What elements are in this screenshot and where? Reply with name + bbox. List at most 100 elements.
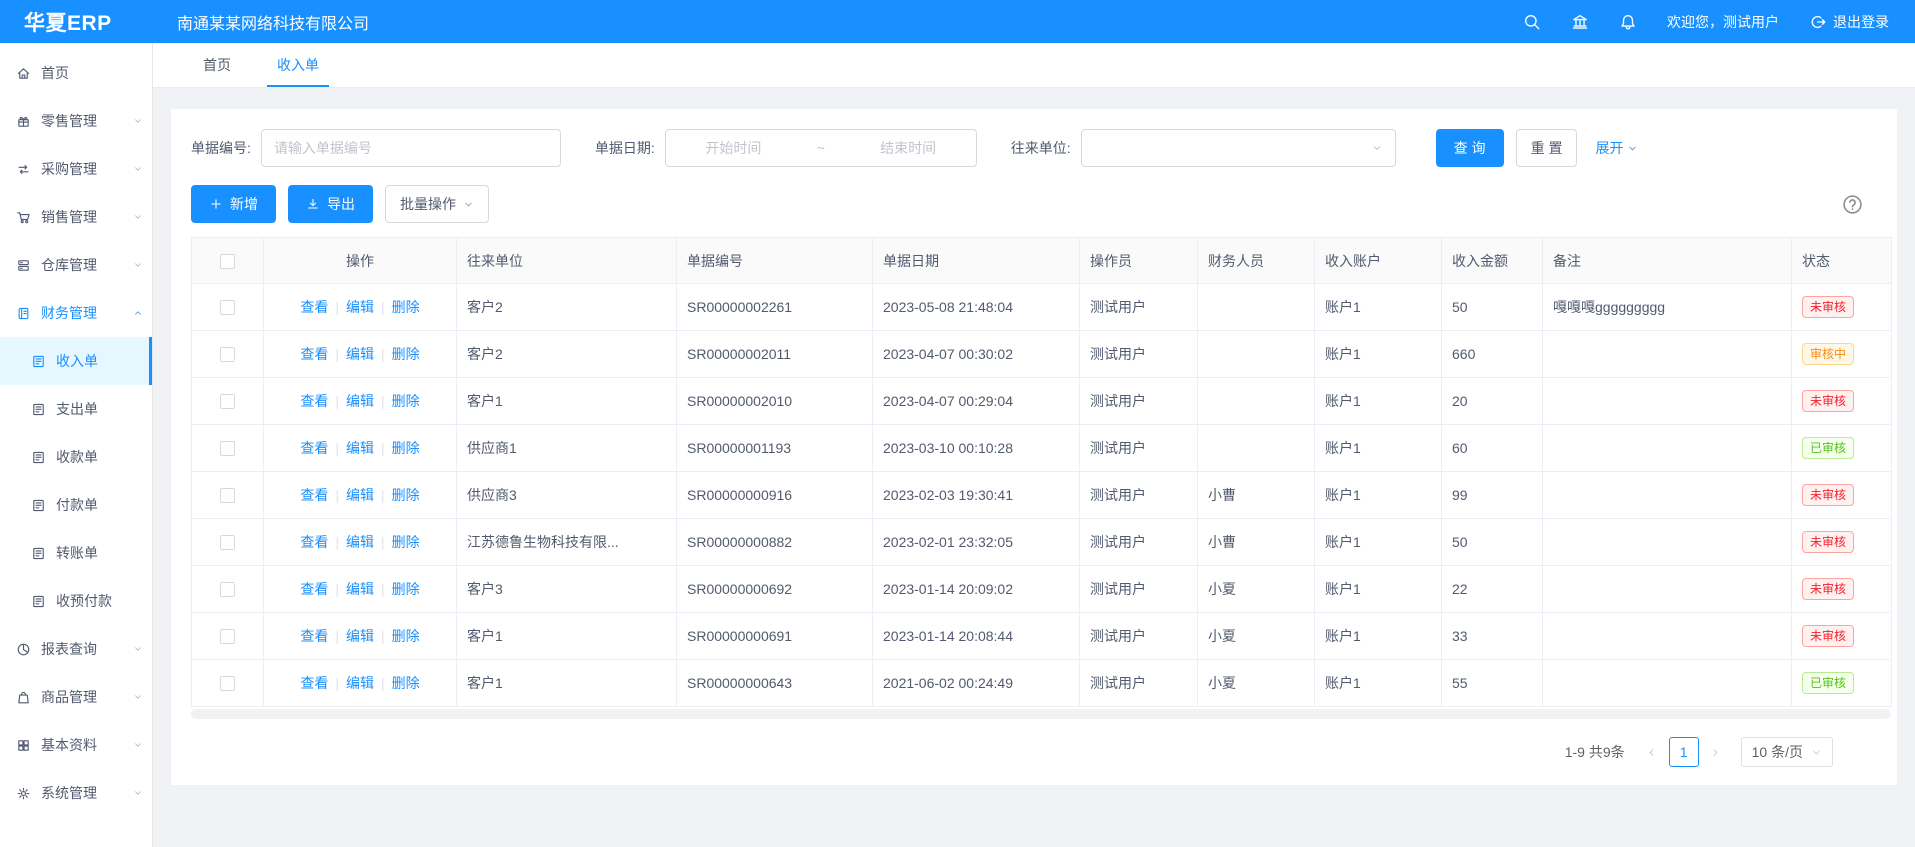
- table-row: 查看|编辑|删除客户3SR000000006922023-01-14 20:09…: [192, 566, 1892, 613]
- doc-icon: [31, 402, 46, 417]
- select-all-checkbox[interactable]: [220, 254, 235, 269]
- logout-button[interactable]: 退出登录: [1809, 12, 1889, 32]
- horizontal-scrollbar[interactable]: [191, 709, 1891, 719]
- sidebar-item-receipt-bill[interactable]: 收款单: [0, 433, 152, 481]
- partner-label: 往来单位:: [1011, 138, 1071, 158]
- page-size-select[interactable]: 10 条/页: [1741, 737, 1833, 767]
- search-button[interactable]: 查 询: [1436, 129, 1504, 167]
- export-button[interactable]: 导出: [288, 185, 373, 223]
- row-checkbox[interactable]: [220, 394, 235, 409]
- row-checkbox[interactable]: [220, 347, 235, 362]
- tab-home[interactable]: 首页: [187, 43, 247, 87]
- cell-date: 2023-03-10 00:10:28: [873, 425, 1080, 472]
- sidebar-item-label: 采购管理: [41, 159, 97, 179]
- delete-link[interactable]: 删除: [392, 581, 420, 597]
- bank-icon[interactable]: [1571, 13, 1589, 31]
- sidebar-item-home[interactable]: 首页: [0, 49, 152, 97]
- sidebar-item-retail[interactable]: 零售管理: [0, 97, 152, 145]
- row-checkbox[interactable]: [220, 676, 235, 691]
- row-checkbox[interactable]: [220, 441, 235, 456]
- add-button[interactable]: 新增: [191, 185, 276, 223]
- goods-icon: [16, 690, 31, 705]
- cell-status: 未审核: [1792, 284, 1892, 331]
- row-checkbox[interactable]: [220, 300, 235, 315]
- view-link[interactable]: 查看: [300, 440, 328, 456]
- cell-finance-staff: 小夏: [1198, 566, 1315, 613]
- sidebar-item-advance-receipt[interactable]: 收预付款: [0, 577, 152, 625]
- view-link[interactable]: 查看: [300, 346, 328, 362]
- cell-actions: 查看|编辑|删除: [264, 425, 457, 472]
- row-checkbox[interactable]: [220, 535, 235, 550]
- cell-actions: 查看|编辑|删除: [264, 331, 457, 378]
- delete-link[interactable]: 删除: [392, 440, 420, 456]
- cell-remark: [1543, 660, 1792, 707]
- sidebar-item-label: 收入单: [56, 351, 98, 371]
- view-link[interactable]: 查看: [300, 487, 328, 503]
- column-header: 单据日期: [873, 238, 1080, 284]
- row-checkbox[interactable]: [220, 582, 235, 597]
- edit-link[interactable]: 编辑: [346, 440, 374, 456]
- delete-link[interactable]: 删除: [392, 534, 420, 550]
- edit-link[interactable]: 编辑: [346, 675, 374, 691]
- partner-select[interactable]: [1081, 129, 1396, 167]
- view-link[interactable]: 查看: [300, 299, 328, 315]
- chevron-up-icon: [133, 308, 143, 318]
- date-range-input[interactable]: 开始时间 ~ 结束时间: [665, 129, 977, 167]
- view-link[interactable]: 查看: [300, 393, 328, 409]
- delete-link[interactable]: 删除: [392, 628, 420, 644]
- edit-link[interactable]: 编辑: [346, 346, 374, 362]
- filter-bar: 单据编号: 请输入单据编号 单据日期: 开始时间 ~ 结束时间 往来单位:: [183, 123, 1885, 183]
- sidebar-item-expense-bill[interactable]: 支出单: [0, 385, 152, 433]
- delete-link[interactable]: 删除: [392, 675, 420, 691]
- chevron-left-icon: [1646, 747, 1657, 758]
- edit-link[interactable]: 编辑: [346, 393, 374, 409]
- sidebar-item-label: 支出单: [56, 399, 98, 419]
- bell-icon[interactable]: [1619, 13, 1637, 31]
- cell-partner: 客户2: [457, 284, 677, 331]
- sidebar-item-payment-bill[interactable]: 付款单: [0, 481, 152, 529]
- tab-income-bill[interactable]: 收入单: [261, 43, 335, 87]
- edit-link[interactable]: 编辑: [346, 628, 374, 644]
- view-link[interactable]: 查看: [300, 581, 328, 597]
- sidebar-item-purchase[interactable]: 采购管理: [0, 145, 152, 193]
- sidebar-item-system[interactable]: 系统管理: [0, 769, 152, 817]
- chevron-down-icon: [133, 116, 143, 126]
- view-link[interactable]: 查看: [300, 534, 328, 550]
- cell-status: 已审核: [1792, 660, 1892, 707]
- sidebar-item-label: 财务管理: [41, 303, 97, 323]
- cell-finance-staff: 小夏: [1198, 613, 1315, 660]
- edit-link[interactable]: 编辑: [346, 487, 374, 503]
- delete-link[interactable]: 删除: [392, 299, 420, 315]
- edit-link[interactable]: 编辑: [346, 581, 374, 597]
- sidebar-item-sales[interactable]: 销售管理: [0, 193, 152, 241]
- sidebar-item-warehouse[interactable]: 仓库管理: [0, 241, 152, 289]
- sidebar-item-income-bill[interactable]: 收入单: [0, 337, 152, 385]
- sidebar-item-report[interactable]: 报表查询: [0, 625, 152, 673]
- row-checkbox[interactable]: [220, 629, 235, 644]
- sidebar-item-transfer-bill[interactable]: 转账单: [0, 529, 152, 577]
- edit-link[interactable]: 编辑: [346, 299, 374, 315]
- view-link[interactable]: 查看: [300, 628, 328, 644]
- cell-partner: 供应商1: [457, 425, 677, 472]
- next-page-button[interactable]: [1703, 737, 1729, 767]
- edit-link[interactable]: 编辑: [346, 534, 374, 550]
- view-link[interactable]: 查看: [300, 675, 328, 691]
- sidebar-item-finance[interactable]: 财务管理: [0, 289, 152, 337]
- delete-link[interactable]: 删除: [392, 346, 420, 362]
- expand-link[interactable]: 展开: [1595, 138, 1638, 158]
- help-icon[interactable]: [1842, 194, 1863, 215]
- bill-no-input[interactable]: 请输入单据编号: [261, 129, 561, 167]
- sidebar-item-goods[interactable]: 商品管理: [0, 673, 152, 721]
- batch-operation-button[interactable]: 批量操作: [385, 185, 489, 223]
- reset-button[interactable]: 重 置: [1516, 129, 1578, 167]
- doc-icon: [31, 450, 46, 465]
- delete-link[interactable]: 删除: [392, 393, 420, 409]
- delete-link[interactable]: 删除: [392, 487, 420, 503]
- row-checkbox[interactable]: [220, 488, 235, 503]
- cell-status: 已审核: [1792, 425, 1892, 472]
- search-icon[interactable]: [1523, 13, 1541, 31]
- sidebar-item-basic[interactable]: 基本资料: [0, 721, 152, 769]
- prev-page-button[interactable]: [1639, 737, 1665, 767]
- cell-actions: 查看|编辑|删除: [264, 284, 457, 331]
- current-page-button[interactable]: 1: [1669, 737, 1699, 767]
